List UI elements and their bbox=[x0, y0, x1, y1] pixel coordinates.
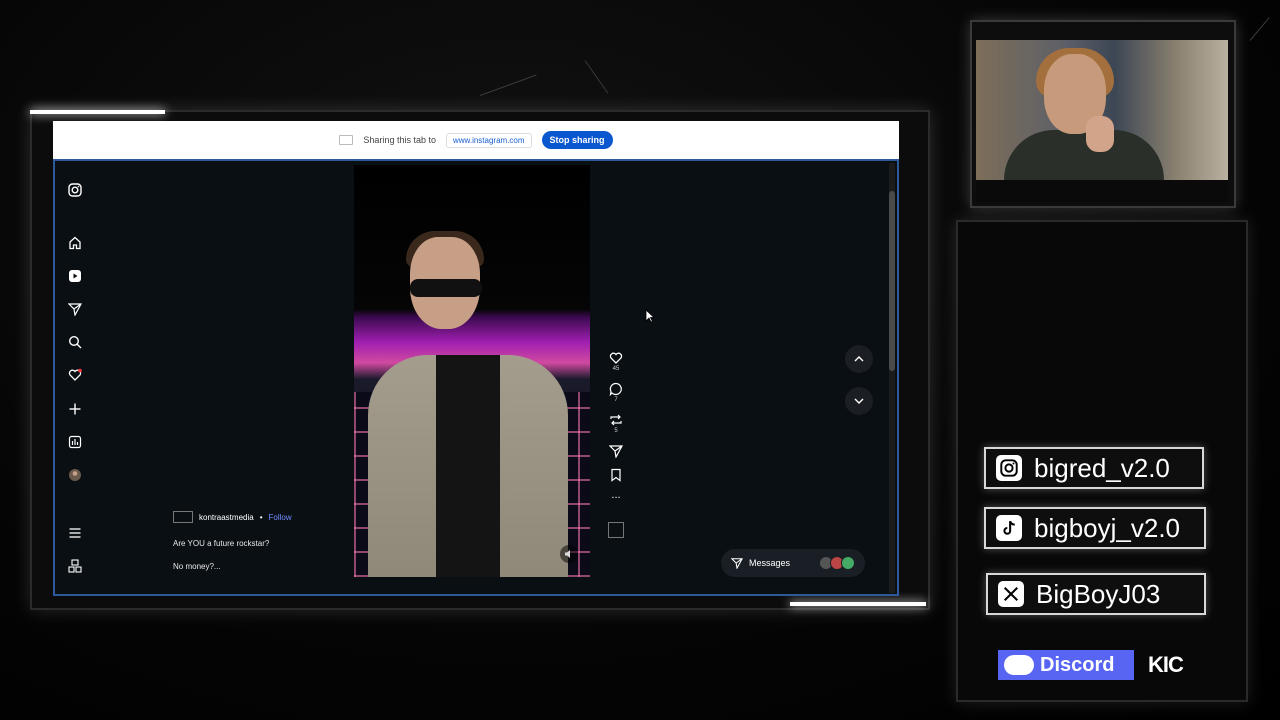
message-avatars bbox=[819, 556, 855, 570]
comment-action[interactable]: 7 bbox=[606, 382, 626, 403]
caption-line: Are YOU a future rockstar? bbox=[173, 539, 270, 548]
streamer-hand bbox=[1086, 116, 1114, 152]
caption-more[interactable]: No money?... bbox=[173, 562, 353, 571]
sunglasses bbox=[410, 279, 482, 297]
decor-line bbox=[1249, 17, 1270, 41]
like-action[interactable]: 45 bbox=[606, 351, 626, 372]
username[interactable]: kontraastmedia bbox=[199, 513, 254, 522]
post-info: kontraastmedia • Follow Are YOU a future… bbox=[173, 511, 353, 585]
instagram-handle: bigred_v2.0 bbox=[1034, 452, 1170, 483]
sharing-text: Sharing this tab to bbox=[363, 135, 436, 145]
heart-icon bbox=[609, 352, 623, 364]
discord-icon bbox=[1004, 655, 1034, 675]
decor-line bbox=[584, 60, 609, 94]
more-action[interactable]: ... bbox=[606, 489, 626, 501]
bookmark-icon bbox=[611, 468, 621, 482]
chevron-down-icon bbox=[854, 398, 864, 404]
webcam-bottom-strip bbox=[976, 180, 1228, 202]
share-action[interactable] bbox=[606, 444, 626, 458]
user-avatar[interactable] bbox=[173, 511, 193, 523]
mute-icon[interactable] bbox=[560, 545, 578, 563]
tiktok-icon bbox=[996, 515, 1022, 541]
sidebar-nav bbox=[55, 161, 97, 594]
repost-action[interactable]: 5 bbox=[606, 413, 626, 434]
menu-icon[interactable] bbox=[67, 525, 83, 541]
mouse-cursor-icon bbox=[645, 309, 655, 323]
instagram-app: kontraastmedia • Follow Are YOU a future… bbox=[53, 159, 899, 596]
save-action[interactable] bbox=[606, 468, 626, 482]
like-count: 45 bbox=[612, 366, 620, 372]
share-screen-icon bbox=[339, 135, 354, 145]
tiktok-handle-card: bigboyj_v2.0 bbox=[984, 507, 1206, 549]
audio-action[interactable] bbox=[606, 508, 626, 538]
avatar bbox=[841, 556, 855, 570]
scrollbar-thumb[interactable] bbox=[889, 191, 895, 371]
send-icon bbox=[609, 445, 623, 458]
meta-icon[interactable] bbox=[67, 558, 83, 574]
post-user-row: kontraastmedia • Follow bbox=[173, 511, 353, 523]
kick-logo: KIC bbox=[1148, 652, 1184, 677]
next-reel-button[interactable] bbox=[845, 387, 873, 415]
reel-actions: 45 7 5 ... bbox=[606, 351, 626, 548]
separator: • bbox=[259, 512, 263, 522]
previous-reel-button[interactable] bbox=[845, 345, 873, 373]
streamer-body bbox=[1004, 130, 1164, 180]
search-icon[interactable] bbox=[67, 334, 83, 350]
heart-icon[interactable] bbox=[67, 367, 83, 383]
discord-badge: Discord bbox=[998, 650, 1134, 680]
more-dots: ... bbox=[611, 489, 621, 501]
instagram-icon bbox=[996, 455, 1022, 481]
discord-label: Discord bbox=[1040, 653, 1115, 676]
comment-icon bbox=[609, 382, 622, 396]
tab-sharing-bar: Sharing this tab to www.instagram.com St… bbox=[53, 121, 899, 159]
sharing-url[interactable]: www.instagram.com bbox=[445, 132, 532, 148]
messages-button[interactable]: Messages bbox=[721, 549, 865, 577]
home-icon[interactable] bbox=[67, 235, 83, 251]
webcam-feed bbox=[976, 40, 1228, 180]
person-shirt bbox=[436, 355, 500, 577]
profile-icon[interactable] bbox=[67, 467, 83, 483]
frame-glow bbox=[30, 110, 165, 114]
comment-count: 7 bbox=[614, 397, 618, 403]
stop-sharing-button[interactable]: Stop sharing bbox=[541, 131, 613, 149]
send-icon[interactable] bbox=[67, 301, 83, 317]
reels-icon[interactable] bbox=[67, 268, 83, 284]
instagram-icon[interactable] bbox=[67, 182, 83, 198]
messages-label: Messages bbox=[749, 558, 791, 568]
follow-button[interactable]: Follow bbox=[269, 513, 292, 522]
decor-line bbox=[479, 74, 537, 96]
reel-video[interactable] bbox=[354, 165, 590, 577]
send-icon bbox=[731, 558, 743, 569]
repost-count: 5 bbox=[614, 428, 618, 434]
instagram-handle-card: bigred_v2.0 bbox=[984, 447, 1204, 489]
x-icon bbox=[998, 581, 1024, 607]
audio-thumb bbox=[608, 522, 624, 538]
repost-icon bbox=[610, 414, 622, 426]
chart-icon[interactable] bbox=[67, 434, 83, 450]
x-handle: BigBoyJ03 bbox=[1036, 578, 1161, 609]
tiktok-handle: bigboyj_v2.0 bbox=[1034, 512, 1180, 543]
chevron-up-icon bbox=[854, 356, 864, 362]
frame-glow bbox=[790, 602, 926, 606]
x-handle-card: BigBoyJ03 bbox=[986, 573, 1206, 615]
plus-icon[interactable] bbox=[67, 401, 83, 417]
